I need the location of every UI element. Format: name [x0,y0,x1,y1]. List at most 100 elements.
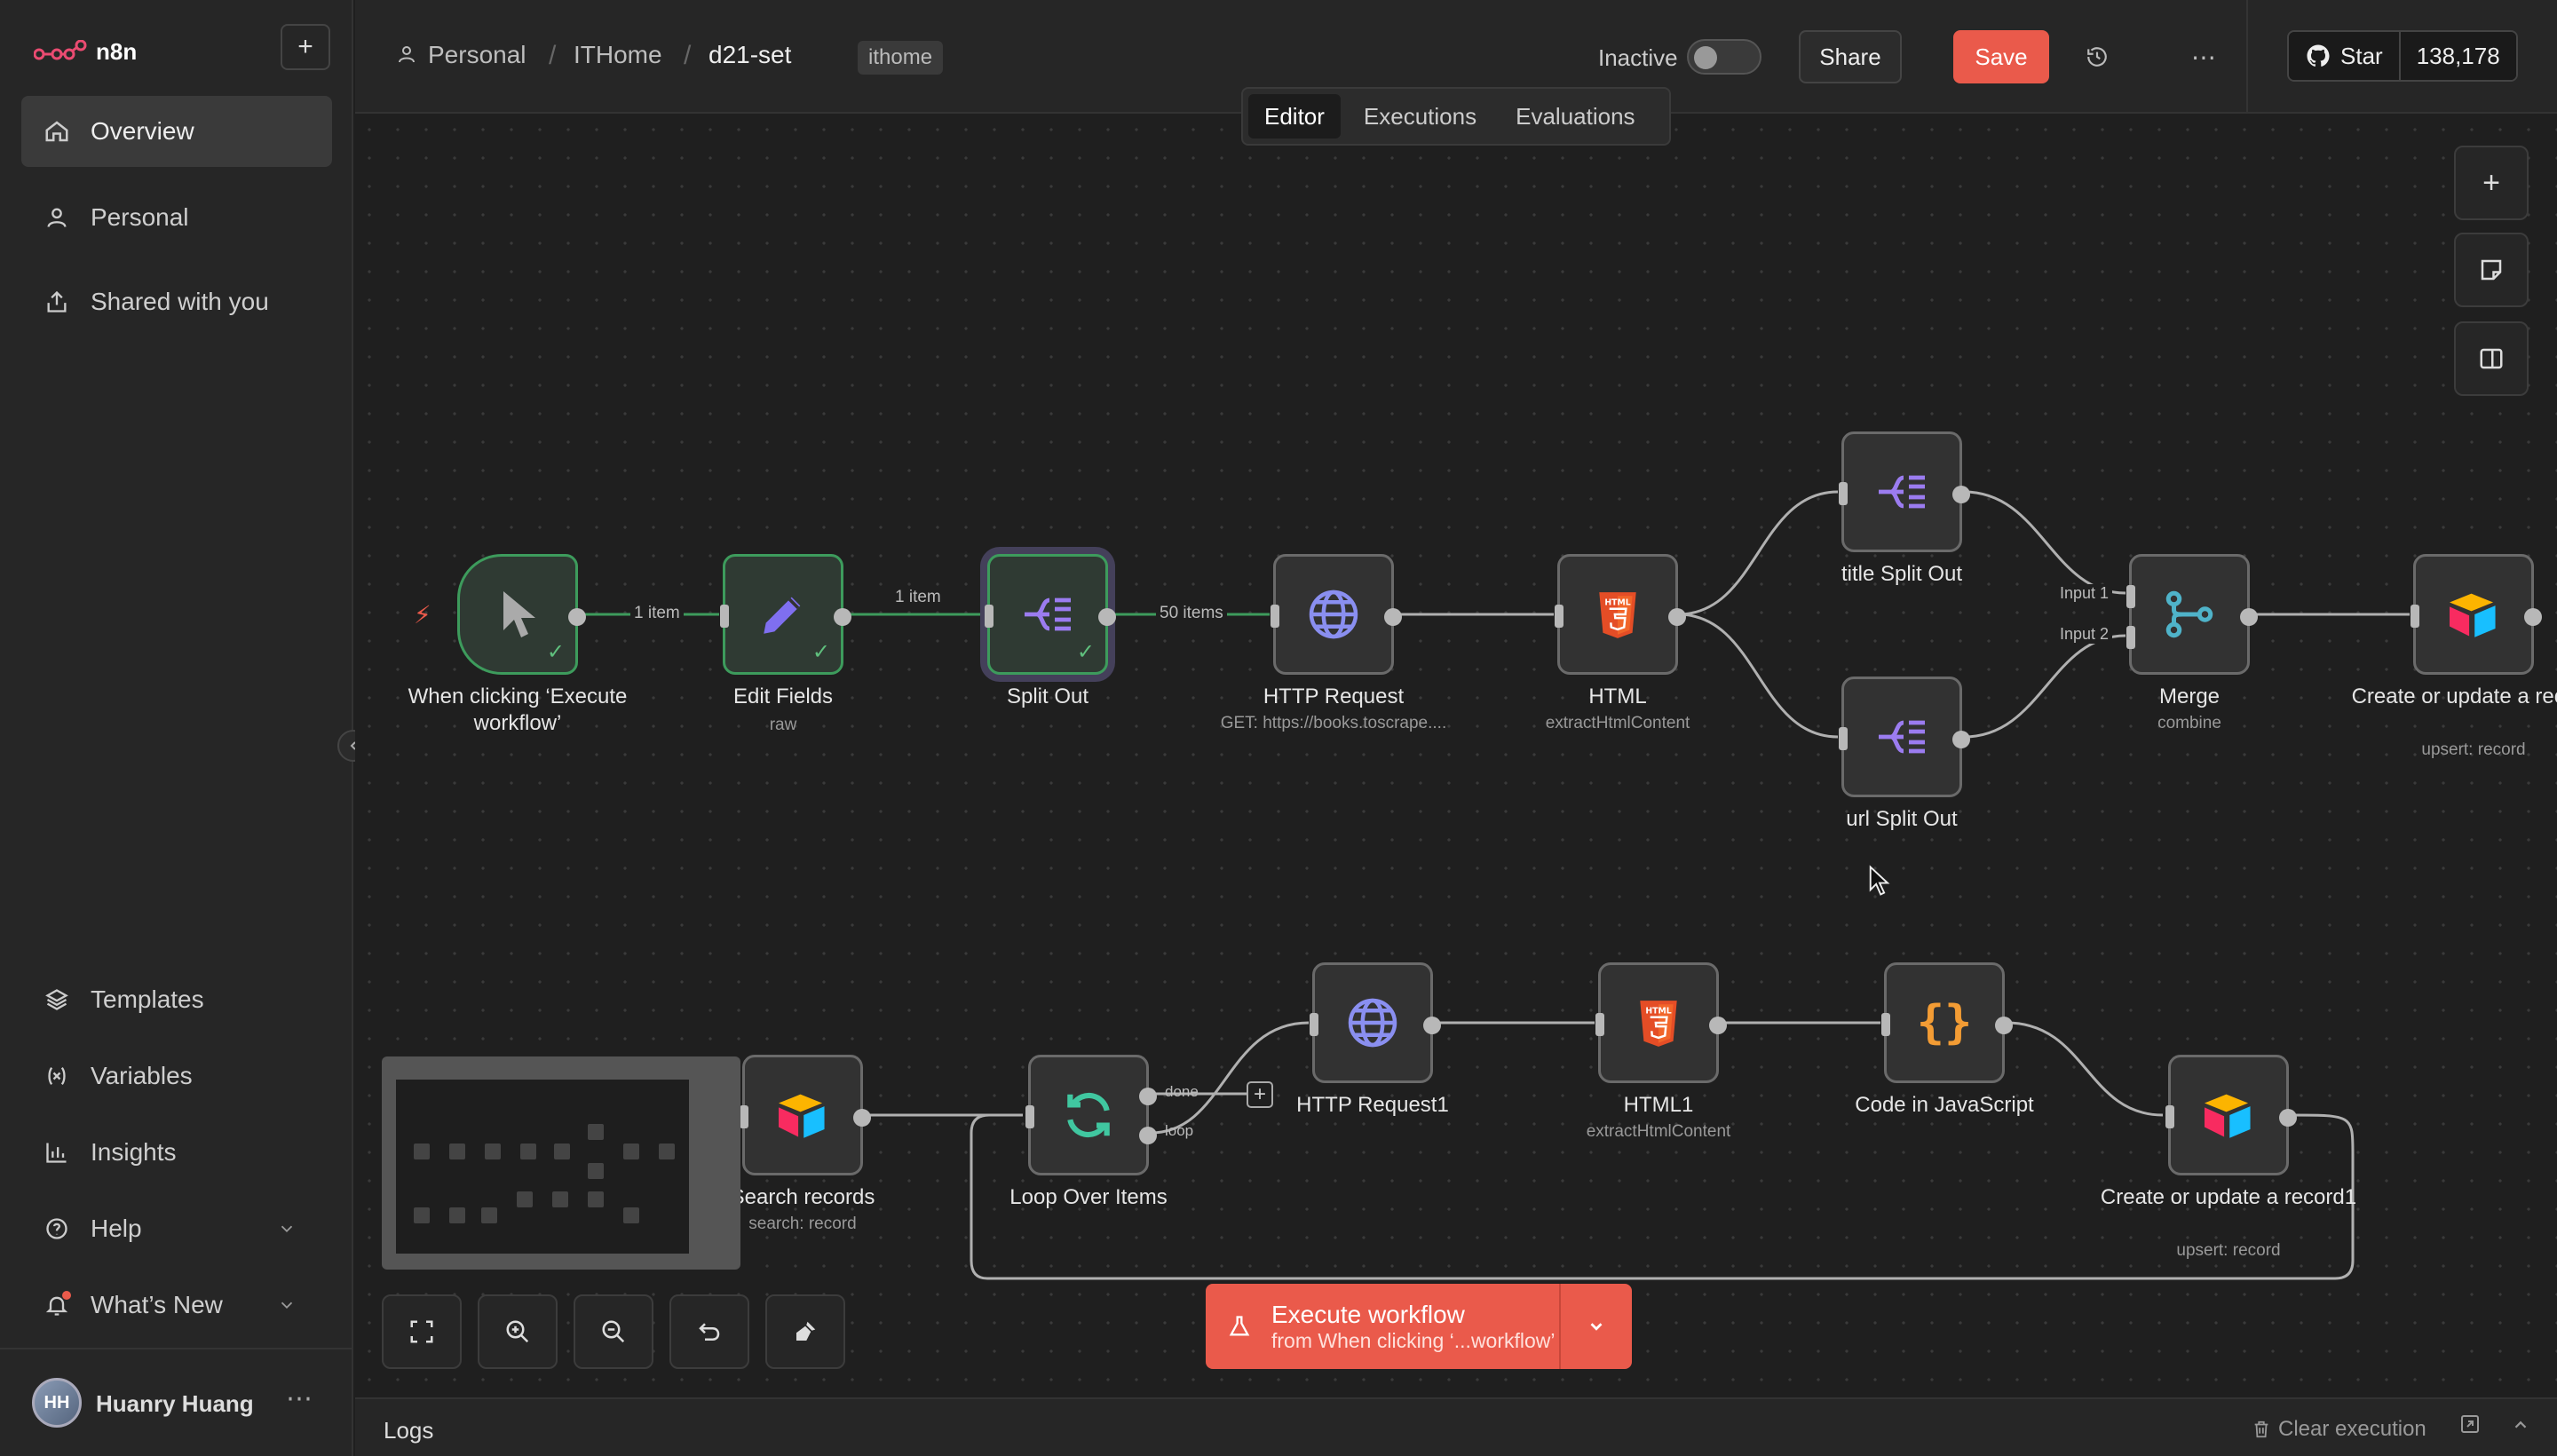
node-edit-fields[interactable]: ✓ [720,554,851,675]
sidebar-item-label: Shared with you [91,288,269,315]
output-handle[interactable] [853,1109,871,1127]
logs-panel[interactable]: Logs Clear execution [355,1397,2557,1456]
input-handle[interactable] [1310,1013,1318,1036]
tab-executions[interactable]: Executions [1348,94,1492,138]
node-create-update-record1[interactable] [2165,1055,2297,1175]
input-handle[interactable] [1025,1105,1034,1128]
execute-dropdown-button[interactable] [1559,1284,1632,1369]
input-handle-1[interactable] [2126,585,2135,608]
execute-main[interactable]: Execute workflow from When clicking ‘...… [1206,1284,1559,1369]
active-toggle[interactable] [1687,39,1761,75]
node-trigger[interactable]: ✓ [457,554,586,675]
output-handle[interactable] [834,608,851,626]
output-handle[interactable] [1423,1017,1441,1034]
workflow-name[interactable]: d21-set [709,41,791,69]
n8n-logo[interactable]: n8n [34,36,158,67]
clear-execution-button[interactable]: Clear execution [2252,1417,2426,1442]
sidebar-item-variables[interactable]: Variables [21,1041,332,1112]
node-url-split-out[interactable] [1839,677,1970,797]
undo-button[interactable] [669,1294,749,1369]
history-icon[interactable] [2079,39,2115,75]
output-handle[interactable] [1995,1017,2013,1034]
sticky-note-button[interactable] [2454,233,2529,307]
toggle-panel-button[interactable] [2454,321,2529,396]
sidebar-item-help[interactable]: Help [21,1193,332,1264]
help-icon [43,1215,71,1243]
more-options-icon[interactable]: ⋯ [286,1383,313,1414]
output-handle[interactable] [2524,608,2542,626]
zoom-in-button[interactable] [478,1294,558,1369]
tab-evaluations[interactable]: Evaluations [1500,94,1651,138]
output-handle[interactable] [1384,608,1402,626]
done-output-handle[interactable] [1139,1088,1157,1105]
input-handle-2[interactable] [2126,626,2135,649]
minimap-viewport[interactable] [396,1080,689,1254]
node-loop-over-items[interactable] [1025,1055,1157,1175]
node-title-split-out[interactable] [1839,431,1970,552]
sidebar-item-templates[interactable]: Templates [21,964,332,1035]
tab-editor[interactable]: Editor [1248,94,1341,138]
input-handle[interactable] [2411,605,2419,628]
node-http-request1[interactable] [1310,962,1441,1083]
workflow-tag[interactable]: ithome [858,41,944,75]
node-html1[interactable]: HTML [1595,962,1727,1083]
minimap[interactable] [382,1056,740,1270]
output-handle[interactable] [1709,1017,1727,1034]
input-handle[interactable] [1595,1013,1604,1036]
node-label: Split Out [1006,684,1089,708]
github-star-widget[interactable]: Star 138,178 [2287,30,2518,82]
input-handle[interactable] [2165,1105,2174,1128]
output-handle[interactable] [2279,1109,2297,1127]
input-handle[interactable] [1839,482,1848,505]
input-handle[interactable] [1881,1013,1890,1036]
node-merge[interactable] [2126,554,2258,675]
zoom-out-button[interactable] [574,1294,653,1369]
breadcrumb-personal[interactable]: Personal [428,41,526,69]
sidebar-item-whats-new[interactable]: What’s New [21,1270,332,1341]
input-handle[interactable] [740,1105,748,1128]
input-handle[interactable] [985,605,994,628]
node-search-records[interactable] [740,1055,871,1175]
breadcrumb-ithome[interactable]: ITHome [574,41,662,69]
more-options-icon[interactable]: ⋯ [2186,39,2221,75]
tidy-up-button[interactable] [765,1294,845,1369]
output-handle[interactable] [1952,731,1970,748]
node-html[interactable]: HTML [1555,554,1686,675]
execute-workflow-button[interactable]: Execute workflow from When clicking ‘...… [1206,1284,1632,1369]
input-handle[interactable] [1555,605,1563,628]
input-handle[interactable] [720,605,729,628]
share-button[interactable]: Share [1799,30,1902,83]
github-star-button[interactable]: Star [2289,32,2401,80]
input-handle[interactable] [1271,605,1279,628]
output-handle[interactable] [2240,608,2258,626]
avatar[interactable]: HH [32,1378,82,1428]
output-handle[interactable] [1668,608,1686,626]
trash-icon [2254,1420,2268,1438]
sidebar-item-personal[interactable]: Personal [21,182,332,253]
add-button[interactable]: + [281,24,330,70]
input-handle[interactable] [1839,727,1848,750]
node-http-request[interactable] [1271,554,1402,675]
node-create-update-record[interactable] [2411,554,2542,675]
fit-view-button[interactable] [382,1294,462,1369]
zoom-in-icon [506,1320,529,1343]
minimap-node [588,1163,604,1179]
output-handle[interactable] [568,608,586,626]
sidebar-item-shared[interactable]: Shared with you [21,266,332,337]
merge-icon [2165,590,2213,638]
chevron-down-icon [1590,1323,1603,1331]
save-button[interactable]: Save [1953,30,2049,83]
node-split-out[interactable]: ✓ [985,554,1116,675]
output-handle[interactable] [1952,486,1970,503]
chevron-up-icon[interactable] [2511,1413,2530,1441]
bell-icon [43,1291,71,1319]
sidebar-item-overview[interactable]: Overview [21,96,332,167]
pop-out-icon[interactable] [2459,1413,2481,1441]
sidebar-item-label: Templates [91,985,204,1013]
sidebar-item-insights[interactable]: Insights [21,1117,332,1188]
node-code-javascript[interactable]: {} [1881,962,2013,1083]
output-handle[interactable] [1098,608,1116,626]
execute-text: Execute workflow from When clicking ‘...… [1271,1301,1556,1353]
add-node-button[interactable]: + [2454,146,2529,220]
loop-output-handle[interactable] [1139,1127,1157,1144]
